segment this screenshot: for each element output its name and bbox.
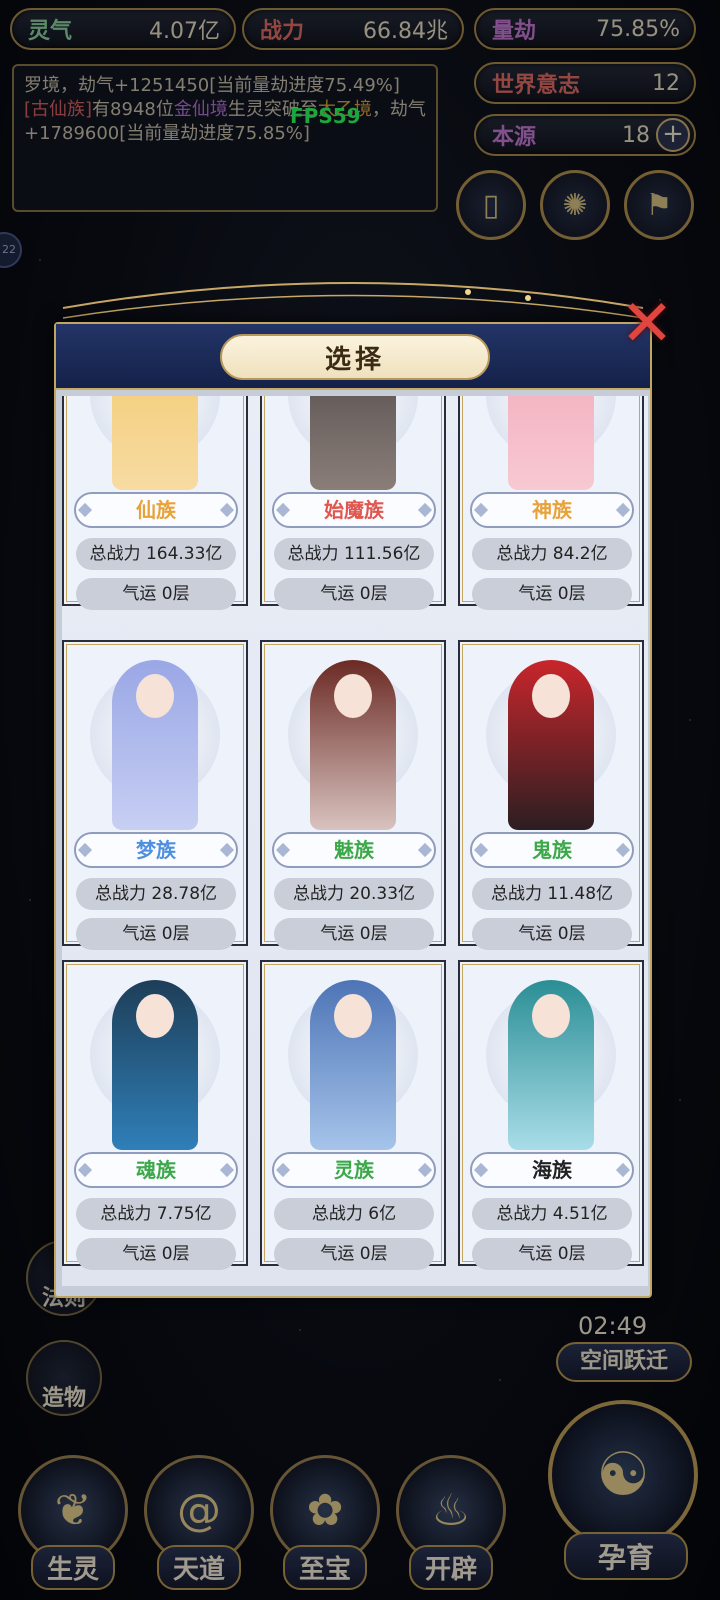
race-select-modal: 选择 ✕ 仙族 总战力 164.33亿 气运 0层 始魔族 总战力 111.56亿 气运 …: [54, 288, 674, 1298]
race-total-power: 总战力 28.78亿: [76, 878, 236, 910]
race-name: 灵族: [272, 1152, 436, 1188]
character-figure: [508, 396, 594, 490]
race-name: 鬼族: [470, 832, 634, 868]
race-portrait: [270, 396, 436, 490]
race-fortune: 气运 0层: [472, 918, 632, 950]
race-total-power: 总战力 20.33亿: [274, 878, 434, 910]
race-fortune: 气运 0层: [274, 578, 434, 610]
race-card[interactable]: 灵族总战力 6亿 气运 0层: [260, 960, 446, 1270]
race-total-power: 总战力 84.2亿: [472, 538, 632, 570]
race-card[interactable]: 魅族总战力 20.33亿 气运 0层: [260, 640, 446, 950]
race-fortune: 气运 0层: [76, 918, 236, 950]
race-portrait: [468, 396, 634, 490]
race-fortune: 气运 0层: [76, 578, 236, 610]
character-face: [136, 994, 174, 1038]
race-total-power: 总战力 7.75亿: [76, 1198, 236, 1230]
character-face: [532, 994, 570, 1038]
race-total-power: 总战力 111.56亿: [274, 538, 434, 570]
race-fortune: 气运 0层: [274, 918, 434, 950]
character-face: [532, 674, 570, 718]
race-card[interactable]: 神族总战力 84.2亿 气运 0层: [458, 396, 644, 610]
race-portrait: [72, 650, 238, 830]
race-card[interactable]: 鬼族总战力 11.48亿 气运 0层: [458, 640, 644, 950]
race-name: 始魔族: [272, 492, 436, 528]
character-figure: [112, 396, 198, 490]
race-fortune: 气运 0层: [472, 578, 632, 610]
race-card-grid: 仙族 总战力 164.33亿 气运 0层 始魔族 总战力 111.56亿 气运 0层 神族总…: [62, 396, 648, 1286]
race-portrait: [468, 650, 634, 830]
race-name: 仙族: [74, 492, 238, 528]
race-name: 神族: [470, 492, 634, 528]
character-face: [334, 994, 372, 1038]
character-figure: [310, 396, 396, 490]
race-portrait: [468, 970, 634, 1150]
character-face: [334, 674, 372, 718]
race-total-power: 总战力 11.48亿: [472, 878, 632, 910]
race-card[interactable]: 始魔族总战力 111.56亿 气运 0层: [260, 396, 446, 610]
race-name: 魅族: [272, 832, 436, 868]
character-face: [136, 674, 174, 718]
race-portrait: [270, 650, 436, 830]
race-name: 海族: [470, 1152, 634, 1188]
modal-title: 选择: [220, 334, 490, 380]
race-fortune: 气运 0层: [274, 1238, 434, 1270]
race-name: 魂族: [74, 1152, 238, 1188]
race-total-power: 总战力 6亿: [274, 1198, 434, 1230]
race-card[interactable]: 梦族总战力 28.78亿 气运 0层: [62, 640, 248, 950]
race-fortune: 气运 0层: [76, 1238, 236, 1270]
close-icon[interactable]: ✕: [614, 288, 680, 360]
race-portrait: [72, 396, 238, 490]
race-total-power: 总战力 4.51亿: [472, 1198, 632, 1230]
race-card[interactable]: 仙族总战力 164.33亿 气运 0层: [62, 396, 248, 610]
race-name: 梦族: [74, 832, 238, 868]
race-portrait: [72, 970, 238, 1150]
race-fortune: 气运 0层: [472, 1238, 632, 1270]
modal-header: 选择: [56, 324, 650, 390]
race-card[interactable]: 魂族总战力 7.75亿 气运 0层: [62, 960, 248, 1270]
race-portrait: [270, 970, 436, 1150]
race-card[interactable]: 海族总战力 4.51亿 气运 0层: [458, 960, 644, 1270]
race-total-power: 总战力 164.33亿: [76, 538, 236, 570]
